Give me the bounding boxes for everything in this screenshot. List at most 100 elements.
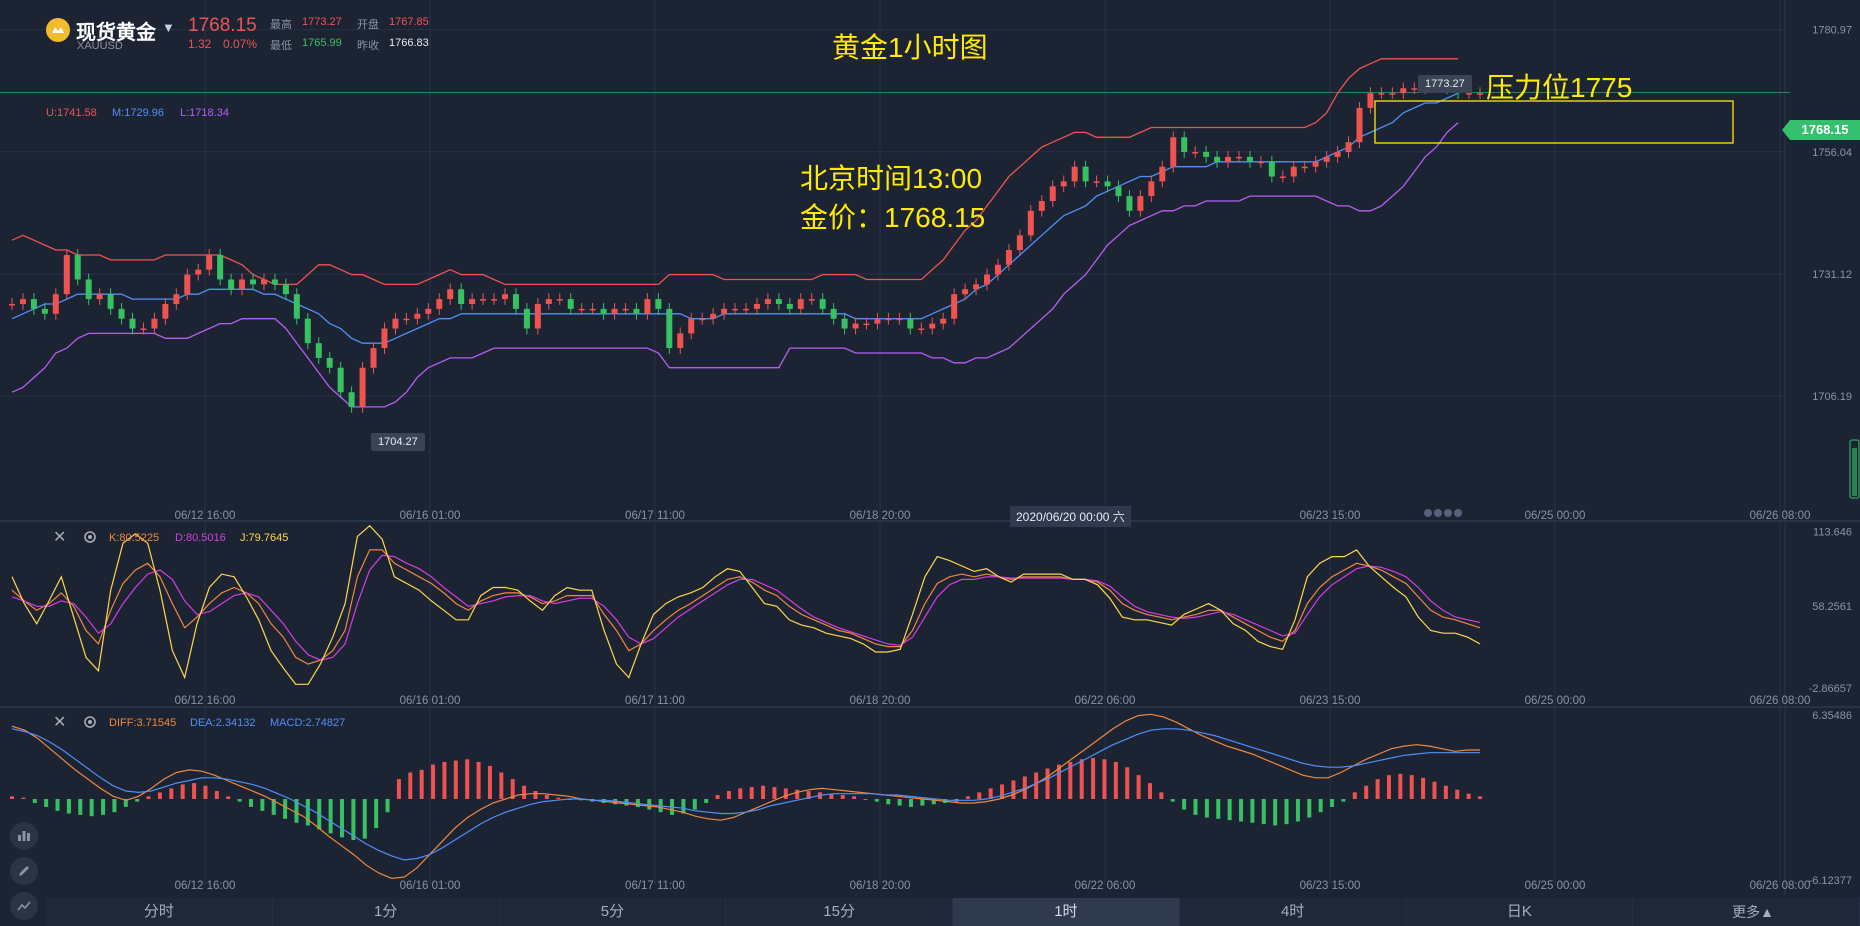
boll-lower-line bbox=[11, 122, 1459, 408]
prev-close-label: 昨收 bbox=[357, 40, 379, 52]
candle-body bbox=[140, 328, 147, 330]
macd-histogram-bar bbox=[157, 792, 162, 799]
candle-body bbox=[775, 299, 782, 304]
candle-body bbox=[85, 279, 92, 300]
macd-histogram-bar bbox=[1102, 759, 1107, 799]
macd-histogram-bar bbox=[1421, 777, 1426, 799]
candle-body bbox=[951, 294, 958, 319]
macd-histogram-bar bbox=[783, 788, 788, 799]
candle-body bbox=[764, 299, 771, 304]
tab-1min[interactable]: 1分 bbox=[273, 898, 500, 926]
resistance-zone-box bbox=[1374, 100, 1734, 144]
candle-body bbox=[1214, 156, 1221, 162]
candle-body bbox=[545, 299, 552, 304]
x-tick-label: 06/26 08:00 bbox=[1750, 695, 1811, 707]
tab-15min[interactable]: 15分 bbox=[726, 898, 953, 926]
macd-histogram-bar bbox=[1170, 798, 1175, 802]
macd-histogram-bar bbox=[874, 798, 879, 802]
more-periods-button[interactable]: 更多▲ bbox=[1732, 898, 1774, 926]
draw-pen-icon[interactable] bbox=[10, 857, 38, 885]
indicator-tool-icon[interactable] bbox=[10, 822, 38, 850]
tab-1hour[interactable]: 1时 bbox=[953, 898, 1180, 926]
x-tick-label: 06/17 11:00 bbox=[625, 695, 685, 707]
candle-body bbox=[304, 318, 311, 344]
candle-body bbox=[1235, 156, 1242, 159]
tab-5min[interactable]: 5分 bbox=[500, 898, 727, 926]
macd-histogram-bar bbox=[112, 798, 117, 813]
gear-kdj-icon[interactable] bbox=[83, 530, 97, 549]
macd-histogram-bar bbox=[1295, 798, 1300, 822]
candle-body bbox=[819, 299, 826, 309]
candle-body bbox=[567, 299, 574, 309]
x-tick-label: 06/22 06:00 bbox=[1075, 880, 1136, 892]
candle-body bbox=[30, 299, 37, 309]
macd-histogram-bar bbox=[1045, 768, 1050, 799]
chevron-down-icon[interactable]: ▼ bbox=[162, 20, 175, 35]
kdj-k-line bbox=[11, 549, 1481, 665]
x-tick-label: 06/26 08:00 bbox=[1750, 510, 1811, 522]
macd-histogram-bar bbox=[863, 798, 868, 800]
candle-body bbox=[63, 254, 70, 295]
candle-body bbox=[326, 357, 333, 368]
candle-body bbox=[677, 333, 684, 349]
gear-macd-icon[interactable] bbox=[83, 715, 97, 734]
candle-body bbox=[1378, 93, 1385, 95]
tab-4hour[interactable]: 4时 bbox=[1180, 898, 1407, 926]
tab-timeshare[interactable]: 分时 bbox=[46, 898, 273, 926]
candle-body bbox=[1345, 142, 1352, 152]
candle-body bbox=[1038, 201, 1045, 211]
candle-body bbox=[293, 294, 300, 319]
candle-body bbox=[1290, 166, 1297, 177]
macd-histogram-bar bbox=[10, 796, 14, 799]
candle-body bbox=[118, 308, 125, 319]
candle-body bbox=[1334, 151, 1341, 157]
macd-histogram-bar bbox=[44, 798, 49, 807]
trend-line-icon[interactable] bbox=[10, 892, 38, 920]
candle-body bbox=[41, 308, 48, 314]
candle-body bbox=[830, 308, 837, 319]
candle-body bbox=[797, 299, 804, 309]
zoom-scrollbar-thumb bbox=[1852, 448, 1857, 496]
x-tick-label: 06/17 11:00 bbox=[625, 510, 685, 522]
candle-body bbox=[1093, 181, 1100, 183]
candle-body bbox=[753, 303, 760, 309]
scroll-dot bbox=[1434, 509, 1442, 517]
macd-histogram-bar bbox=[1216, 798, 1221, 819]
macd-histogram-bar bbox=[1455, 789, 1460, 799]
macd-histogram-bar bbox=[1250, 798, 1255, 823]
y-tick-label: 1731.12 bbox=[1812, 269, 1852, 281]
candle-body bbox=[874, 318, 881, 324]
macd-histogram-bar bbox=[1125, 767, 1130, 799]
macd-histogram-bar bbox=[1239, 798, 1244, 822]
macd-histogram-bar bbox=[897, 798, 902, 806]
candle-body bbox=[973, 284, 980, 290]
candle-body bbox=[1115, 186, 1122, 197]
macd-histogram-bar bbox=[453, 760, 458, 799]
candle-body bbox=[1411, 88, 1418, 90]
close-macd-icon[interactable]: ✕ bbox=[53, 712, 66, 732]
macd-diff-legend: DIFF:3.71545 bbox=[109, 717, 177, 729]
candle-body bbox=[315, 343, 322, 358]
chart-app: 1780.97 1756.04 1731.12 1706.19 06/12 16:00 0… bbox=[0, 0, 1860, 926]
candle-body bbox=[260, 279, 267, 285]
macd-histogram-bar bbox=[260, 798, 265, 811]
macd-histogram-bar bbox=[1261, 798, 1266, 825]
macd-histogram-bar bbox=[681, 798, 686, 814]
candle-body bbox=[1400, 88, 1407, 94]
chart-canvas[interactable]: 1780.971756.041731.121706.1906/12 16:00 0… bbox=[0, 0, 1860, 926]
tab-daily[interactable]: 日K bbox=[1407, 898, 1634, 926]
close-kdj-icon[interactable]: ✕ bbox=[53, 527, 66, 547]
candle-body bbox=[1071, 166, 1078, 182]
macd-histogram-bar bbox=[487, 765, 492, 799]
macd-histogram-bar bbox=[192, 783, 197, 799]
macd-histogram-bar bbox=[1330, 798, 1335, 807]
x-tick-label: 06/16 01:00 bbox=[400, 510, 461, 522]
candle-body bbox=[129, 318, 136, 329]
candle-body bbox=[1323, 156, 1330, 162]
candle-body bbox=[732, 308, 739, 311]
macd-histogram-bar bbox=[1364, 785, 1369, 799]
x-tick-label: 06/25 00:00 bbox=[1525, 695, 1586, 707]
candle-body bbox=[195, 269, 202, 275]
macd-histogram-bar bbox=[1182, 798, 1187, 810]
x-tick-label: 06/17 11:00 bbox=[625, 880, 685, 892]
